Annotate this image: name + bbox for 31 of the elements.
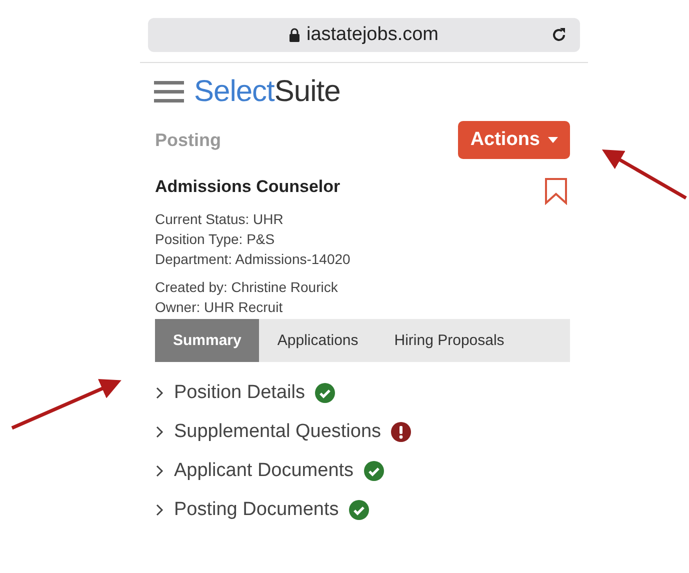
chevron-right-icon[interactable] [155, 465, 164, 477]
bookmark-icon[interactable] [544, 177, 568, 205]
section-title[interactable]: Position Details [174, 382, 305, 404]
detail-text: Current Status: UHR [155, 211, 284, 227]
tab[interactable]: Applications [259, 319, 376, 362]
section-title[interactable]: Posting Documents [174, 499, 339, 521]
caret-icon [548, 137, 558, 143]
detail-text: Position Type: P&S [155, 231, 276, 247]
address-bar[interactable]: iastatejobs.com [148, 18, 580, 52]
reload-icon[interactable] [550, 26, 568, 44]
actions-button[interactable]: Actions [458, 121, 570, 159]
tab[interactable]: Hiring Proposals [376, 319, 522, 362]
url-text: iastatejobs.com [306, 24, 438, 46]
exclamation-circle-icon [391, 422, 412, 442]
owner-text: Created by: Christine Rourick [155, 279, 339, 295]
section-title[interactable]: Supplemental Questions [174, 421, 382, 443]
chevron-right-icon[interactable] [155, 426, 164, 438]
chevron-right-icon[interactable] [155, 504, 164, 516]
check-circle-icon [314, 383, 335, 403]
check-circle-icon [364, 461, 384, 481]
detail-text: Department: Admissions-14020 [155, 251, 352, 267]
tab[interactable]: Summary [155, 319, 260, 362]
section-title[interactable]: Applicant Documents [174, 460, 354, 482]
lock-icon [289, 28, 300, 42]
owner-text: Owner: UHR Recruit [155, 299, 284, 315]
chevron-right-icon[interactable] [155, 387, 164, 399]
app-logo: SelectSuite [194, 75, 340, 109]
menu-icon[interactable] [154, 81, 184, 103]
posting-title: Admissions Counselor [155, 177, 340, 197]
check-circle-icon [348, 500, 369, 520]
page-label: Posting [155, 130, 221, 150]
